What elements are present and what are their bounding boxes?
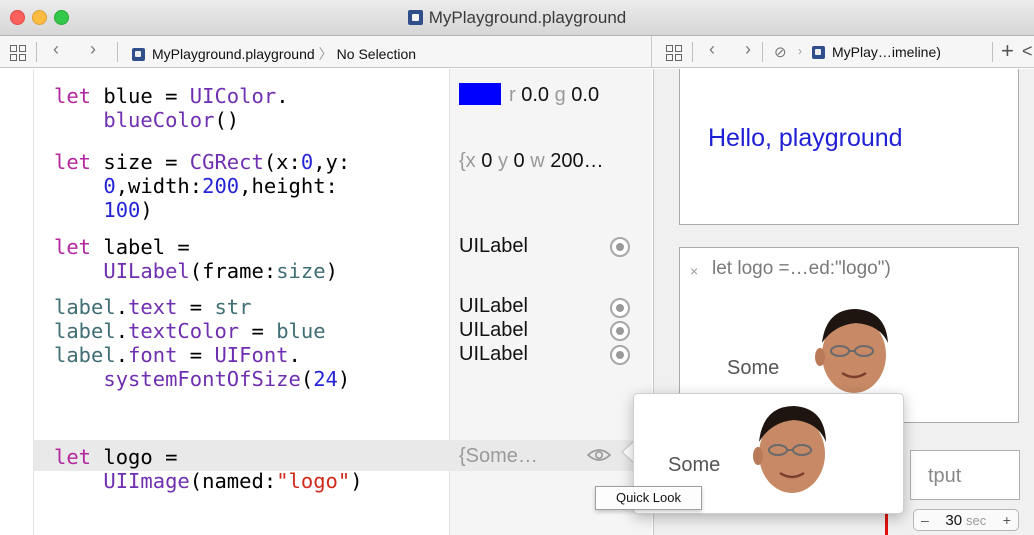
quick-look-eye-icon[interactable]	[587, 447, 611, 463]
color-result: r 0.0 g 0.0	[509, 84, 600, 106]
add-assistant-button[interactable]: +	[1001, 38, 1014, 64]
assistant-jump-bar: ‹ › ⊘ › MyPlay…imeline) + <	[652, 36, 1034, 68]
logo-card-value: Some	[727, 357, 780, 379]
identifier-size: size	[276, 259, 326, 283]
jumpbar-separator	[36, 42, 37, 62]
type-uicolor: UIColor	[189, 84, 277, 108]
code-line[interactable]: UIImage(named:"logo")	[54, 469, 362, 493]
increment-button[interactable]: +	[1003, 512, 1011, 528]
code-line[interactable]: label.text = str	[54, 295, 252, 319]
code-line[interactable]: let size = CGRect(x:0,y:	[54, 150, 350, 174]
number-literal: 0	[103, 174, 116, 198]
show-result-toggle[interactable]	[610, 345, 630, 365]
property-textcolor: textColor	[128, 319, 240, 343]
playground-file-icon	[132, 48, 145, 61]
code-line[interactable]: 100)	[54, 198, 152, 222]
jumpbar-separator	[992, 42, 993, 62]
close-icon[interactable]: ×	[690, 263, 698, 279]
hello-label-preview: Hello, playground	[708, 124, 903, 152]
timeline-breadcrumb[interactable]: MyPlay…imeline)	[812, 44, 941, 60]
back-chevron-icon[interactable]: ‹	[53, 39, 59, 60]
rect-result: {x 0 y 0 w 200…	[459, 150, 604, 172]
keyword-let: let	[54, 84, 92, 108]
forward-chevron-icon[interactable]: ›	[745, 39, 751, 60]
type-uilabel: UILabel	[103, 259, 190, 283]
playground-file-icon	[812, 46, 825, 59]
keyword-let: let	[54, 235, 92, 259]
duration-unit: sec	[965, 512, 987, 528]
overflow-chevron-icon[interactable]: <	[1022, 41, 1033, 62]
jumpbar-separator	[692, 42, 693, 62]
type-uifont: UIFont	[214, 343, 289, 367]
code-line[interactable]: label.font = UIFont.	[54, 343, 301, 367]
color-swatch	[459, 83, 501, 105]
type-cgrect: CGRect	[189, 150, 264, 174]
code-line[interactable]: label.textColor = blue	[54, 319, 326, 343]
method-bluecolor: blueColor	[103, 108, 215, 132]
identifier-str: str	[214, 295, 252, 319]
identifier-label: label	[54, 319, 116, 343]
property-text: text	[128, 295, 178, 319]
console-output-box	[910, 450, 1020, 500]
title-bar: MyPlayground.playground	[0, 0, 1034, 36]
code-line[interactable]: blueColor()	[54, 108, 239, 132]
jumpbar-separator	[117, 42, 118, 62]
editor-jump-bar: ‹ › MyPlayground.playground 〉 No Selection	[0, 36, 652, 68]
method-systemfont: systemFontOfSize	[103, 367, 301, 391]
back-chevron-icon[interactable]: ‹	[709, 39, 715, 60]
breadcrumb-selection[interactable]: No Selection	[337, 46, 416, 62]
show-result-toggle[interactable]	[610, 237, 630, 257]
related-items-icon[interactable]	[10, 45, 26, 61]
related-items-icon[interactable]	[666, 45, 682, 61]
logo-face-image	[815, 309, 888, 393]
code-line[interactable]: let logo =	[54, 445, 177, 469]
identifier-label: label	[54, 295, 116, 319]
label-result: UILabel	[459, 295, 528, 317]
show-result-toggle[interactable]	[610, 321, 630, 341]
code-line[interactable]: let blue = UIColor.	[54, 84, 289, 108]
jumpbar-separator	[762, 42, 763, 62]
keyword-let: let	[54, 445, 92, 469]
timeline-duration-stepper[interactable]: – 30 sec +	[913, 509, 1019, 531]
breadcrumb-arrow-icon: 〉	[318, 46, 333, 62]
playground-file-icon	[407, 10, 423, 25]
number-literal: 200	[202, 174, 240, 198]
quick-look-face-image	[753, 406, 826, 493]
assistant-mode-icon[interactable]: ⊘	[774, 43, 787, 61]
show-result-toggle[interactable]	[610, 298, 630, 318]
property-font: font	[128, 343, 178, 367]
code-line[interactable]: systemFontOfSize(24)	[54, 367, 350, 391]
decrement-button[interactable]: –	[921, 512, 929, 528]
forward-chevron-icon[interactable]: ›	[90, 39, 96, 60]
code-line[interactable]: UILabel(frame:size)	[54, 259, 338, 283]
window-title-text: MyPlayground.playground	[428, 8, 627, 27]
keyword-let: let	[54, 150, 92, 174]
duration-value: 30	[945, 511, 963, 529]
identifier-blue: blue	[276, 319, 326, 343]
quick-look-tooltip: Quick Look	[595, 486, 702, 510]
label-result: UILabel	[459, 343, 528, 365]
code-line[interactable]: let label =	[54, 235, 190, 259]
quick-look-value: Some	[668, 454, 721, 476]
path-arrow-icon: ›	[798, 44, 802, 58]
line-gutter	[0, 69, 34, 535]
type-uiimage: UIImage	[103, 469, 190, 493]
number-literal: 100	[103, 198, 141, 222]
logo-result: {Some…	[459, 445, 538, 467]
identifier-label: label	[54, 343, 116, 367]
number-literal: 0	[300, 150, 314, 174]
logo-card-title: let logo =…ed:"logo")	[712, 258, 891, 279]
code-line[interactable]: 0,width:200,height:	[54, 174, 338, 198]
label-result: UILabel	[459, 235, 528, 257]
timeline-breadcrumb-file[interactable]: MyPlay…imeline)	[832, 44, 941, 60]
number-literal: 24	[313, 367, 338, 391]
label-result: UILabel	[459, 319, 528, 341]
string-literal: "logo"	[276, 469, 351, 493]
breadcrumb-file[interactable]: MyPlayground.playground	[152, 46, 315, 62]
breadcrumb[interactable]: MyPlayground.playground 〉 No Selection	[132, 44, 416, 64]
console-output-label: tput	[928, 465, 962, 487]
window-title: MyPlayground.playground	[0, 8, 1034, 28]
